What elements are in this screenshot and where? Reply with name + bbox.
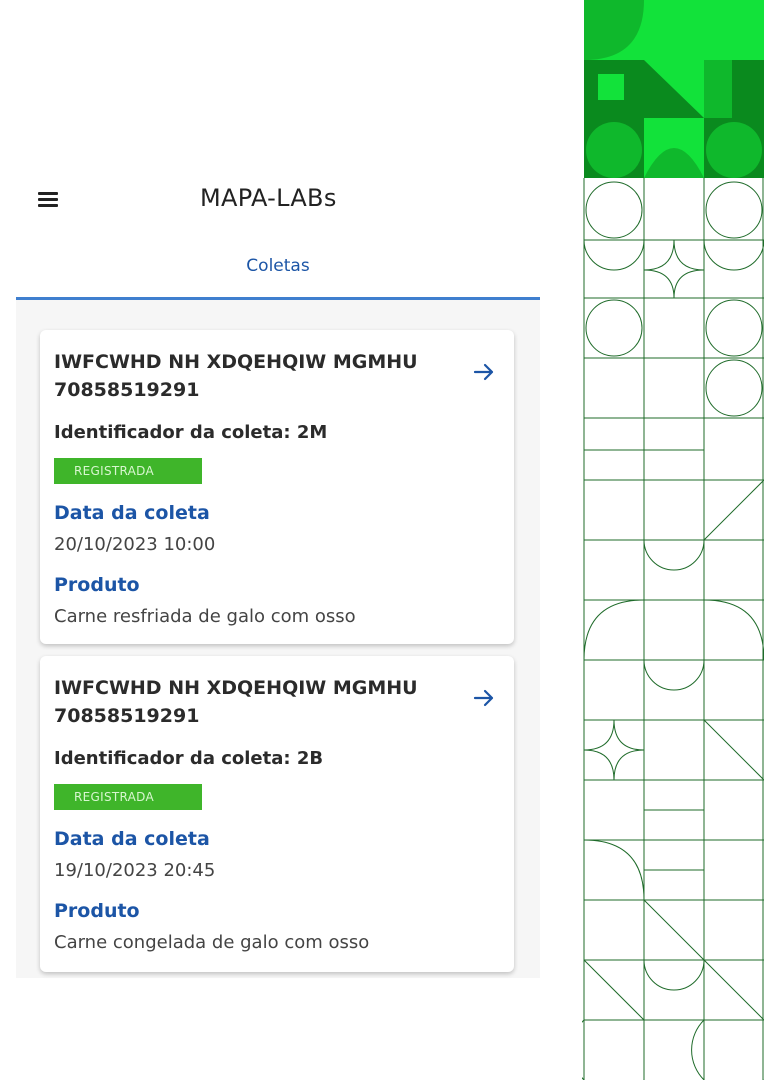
coleta-card[interactable]: IWFCWHD NH XDQEHQIW MGMHU 70858519291 Id… [40, 656, 514, 972]
line-pattern [582, 178, 764, 1080]
product-value: Carne resfriada de galo com osso [54, 606, 356, 627]
date-label: Data da coleta [54, 828, 210, 850]
tab-coletas[interactable]: Coletas [16, 256, 540, 276]
app-title: MAPA-LABs [200, 184, 337, 212]
product-label: Produto [54, 900, 140, 922]
coleta-title: IWFCWHD NH XDQEHQIW MGMHU 70858519291 [54, 351, 418, 401]
date-label: Data da coleta [54, 502, 210, 524]
coleta-card[interactable]: IWFCWHD NH XDQEHQIW MGMHU 70858519291 Id… [40, 330, 514, 644]
product-value: Carne congelada de galo com osso [54, 932, 370, 953]
decorative-pattern [582, 0, 764, 1080]
app-screen: MAPA-LABs Coletas IWFCWHD NH XDQEHQIW MG… [0, 0, 560, 1080]
coleta-title: IWFCWHD NH XDQEHQIW MGMHU 70858519291 [54, 677, 418, 727]
arrow-right-icon[interactable] [472, 360, 496, 384]
green-logo-blocks [584, 0, 764, 178]
arrow-right-icon[interactable] [472, 686, 496, 710]
coleta-identifier: Identificador da coleta: 2B [54, 748, 324, 769]
status-badge: REGISTRADA [54, 784, 202, 810]
coleta-identifier: Identificador da coleta: 2M [54, 422, 328, 443]
status-badge: REGISTRADA [54, 458, 202, 484]
hamburger-menu-icon[interactable] [38, 192, 60, 208]
date-value: 19/10/2023 20:45 [54, 860, 216, 881]
date-value: 20/10/2023 10:00 [54, 534, 216, 555]
product-label: Produto [54, 574, 140, 596]
